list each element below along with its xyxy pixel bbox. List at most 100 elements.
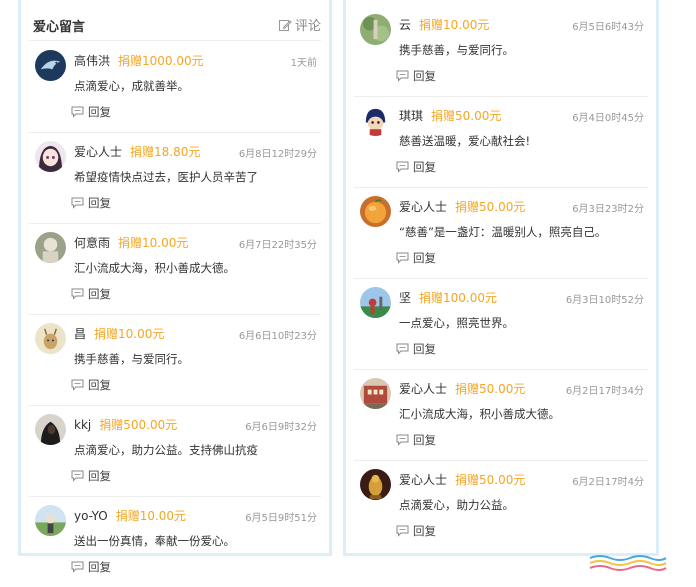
user-avatar[interactable] [35, 50, 66, 81]
comment-bubble-icon [71, 561, 84, 573]
commenter-name: 昌 [74, 327, 87, 341]
comment-message: 汇小流成大海，积小善成大德。 [74, 261, 235, 275]
greenery-avatar [360, 14, 391, 45]
comment-message: “慈善”是一盏灯：温暖别人，照亮自己。 [399, 225, 607, 239]
donation-amount: 捐赠500.00元 [99, 418, 178, 432]
reply-label: 回复 [88, 469, 111, 483]
user-avatar[interactable] [360, 14, 391, 45]
reply-label: 回复 [413, 524, 436, 538]
comment-time: 6月3日23时2分 [572, 204, 644, 215]
commenter-line: 坚捐赠100.00元 [399, 289, 497, 306]
user-avatar[interactable] [35, 323, 66, 354]
commenter-name: 爱心人士 [399, 473, 448, 487]
write-comment-button[interactable]: 评论 [278, 15, 321, 34]
comment-time: 6月5日6时43分 [572, 22, 644, 33]
user-avatar[interactable] [360, 378, 391, 409]
comment-message: 一点爱心，照亮世界。 [399, 316, 514, 330]
user-avatar[interactable] [35, 141, 66, 172]
user-avatar[interactable] [360, 469, 391, 500]
comments-title: 爱心留言 [33, 20, 86, 35]
comment-message: 希望疫情快点过去，医护人员辛苦了 [74, 170, 258, 184]
donation-amount: 捐赠10.00元 [94, 327, 165, 341]
reply-label: 回复 [88, 378, 111, 392]
reply-button[interactable]: 回复 [71, 104, 111, 120]
commenter-name: 爱心人士 [399, 200, 448, 214]
comment-item: 昌捐赠10.00元 6月6日10时23分携手慈善，与爱同行。回复 [29, 315, 321, 406]
comment-time: 6月8日12时29分 [238, 149, 317, 160]
outdoor-photo-avatar [360, 287, 391, 318]
user-avatar[interactable] [360, 105, 391, 136]
reply-button[interactable]: 回复 [71, 195, 111, 211]
comment-time: 6月2日17时4分 [572, 477, 644, 488]
commenter-line: 何意雨 捐赠10.00元 [74, 234, 188, 251]
donation-amount: 捐赠50.00元 [455, 382, 526, 396]
reply-button[interactable]: 回复 [396, 341, 436, 357]
donation-amount: 捐赠10.00元 [115, 509, 187, 523]
comment-message: 慈善送温暖，爱心献社会! [399, 134, 531, 148]
commenter-line: 爱心人士 捐赠50.00元 [399, 471, 525, 488]
comment-item: 云捐赠10.00元 6月5日6时43分 携手慈善，与爱同行。 回复 [354, 6, 648, 97]
commenter-name: 爱心人士 [74, 145, 123, 159]
user-avatar[interactable] [35, 232, 66, 263]
comment-bubble-icon [396, 70, 409, 82]
user-avatar[interactable] [360, 196, 391, 227]
building-photo-avatar [360, 378, 391, 409]
comments-header: 爱心留言 评论 [29, 6, 321, 41]
reply-label: 回复 [413, 342, 436, 356]
commenter-line: 昌捐赠10.00元 [74, 325, 164, 342]
user-avatar[interactable] [360, 287, 391, 318]
reply-button[interactable]: 回复 [396, 523, 436, 539]
comment-message: 点滴爱心，助力公益。 [399, 498, 514, 512]
dolphin-avatar [35, 50, 66, 81]
reply-button[interactable]: 回复 [396, 250, 436, 266]
donation-amount: 捐赠1000.00元 [118, 54, 204, 68]
donation-amount: 捐赠50.00元 [455, 200, 526, 214]
comment-bubble-icon [396, 434, 409, 446]
donation-amount: 捐赠100.00元 [419, 291, 498, 305]
user-avatar[interactable] [35, 505, 66, 536]
reply-button[interactable]: 回复 [71, 559, 111, 575]
donation-amount: 捐赠10.00元 [118, 236, 189, 250]
comment-item: 爱心人士 捐赠18.80元 6月8日12时29分希望疫情快点过去，医护人员辛苦了回复 [29, 133, 321, 224]
left-comment-panel: 爱心留言 评论 高伟洪 捐赠1000.00元 1天前 点滴爱心，成就善举。 回复 爱心人士… [18, 0, 332, 574]
write-comment-label: 评论 [294, 19, 321, 34]
orange-fruit-avatar [360, 196, 391, 227]
reply-button[interactable]: 回复 [71, 377, 111, 393]
commenter-line: kkj 捐赠500.00元 [74, 416, 177, 433]
commenter-name: 何意雨 [74, 236, 111, 250]
donation-amount: 捐赠10.00元 [419, 18, 490, 32]
comment-item: 爱心人士 捐赠50.00元 6月2日17时34分 汇小流成大海，积小善成大德。 回复 [354, 370, 648, 461]
comment-time: 6月2日17时34分 [565, 386, 644, 397]
comment-message: 点滴爱心，成就善举。 [74, 79, 189, 93]
comment-message: 携手慈善，与爱同行。 [74, 352, 189, 366]
user-avatar[interactable] [35, 414, 66, 445]
commenter-name: 爱心人士 [399, 382, 448, 396]
anime-girl-avatar [35, 141, 66, 172]
comment-bubble-icon [71, 379, 84, 391]
reply-button[interactable]: 回复 [396, 68, 436, 84]
comment-message: 汇小流成大海，积小善成大德。 [399, 407, 560, 421]
commenter-name: yo-YO [74, 509, 108, 523]
comment-bubble-icon [71, 288, 84, 300]
reply-label: 回复 [88, 105, 111, 119]
comment-time: 6月6日10时23分 [238, 331, 317, 342]
reply-label: 回复 [413, 69, 436, 83]
person-photo-avatar [35, 232, 66, 263]
donation-amount: 捐赠18.80元 [130, 145, 201, 159]
edit-icon [278, 19, 292, 31]
comment-bubble-icon [71, 470, 84, 482]
reply-button[interactable]: 回复 [71, 468, 111, 484]
comment-time: 6月7日22时35分 [238, 240, 317, 251]
commenter-line: 爱心人士 捐赠50.00元 [399, 380, 525, 397]
landscape-avatar [35, 505, 66, 536]
reply-button[interactable]: 回复 [396, 432, 436, 448]
reply-label: 回复 [88, 287, 111, 301]
reply-label: 回复 [88, 196, 111, 210]
commenter-name: 云 [399, 18, 412, 32]
comment-time: 6月3日10时52分 [565, 295, 644, 306]
comment-message: 送出一份真情，奉献一份爱心。 [74, 534, 235, 548]
reply-label: 回复 [413, 160, 436, 174]
comment-item: 琪琪 捐赠50.00元 6月4日0时45分 慈善送温暖，爱心献社会! 回复 [354, 97, 648, 188]
reply-button[interactable]: 回复 [396, 159, 436, 175]
reply-button[interactable]: 回复 [71, 286, 111, 302]
